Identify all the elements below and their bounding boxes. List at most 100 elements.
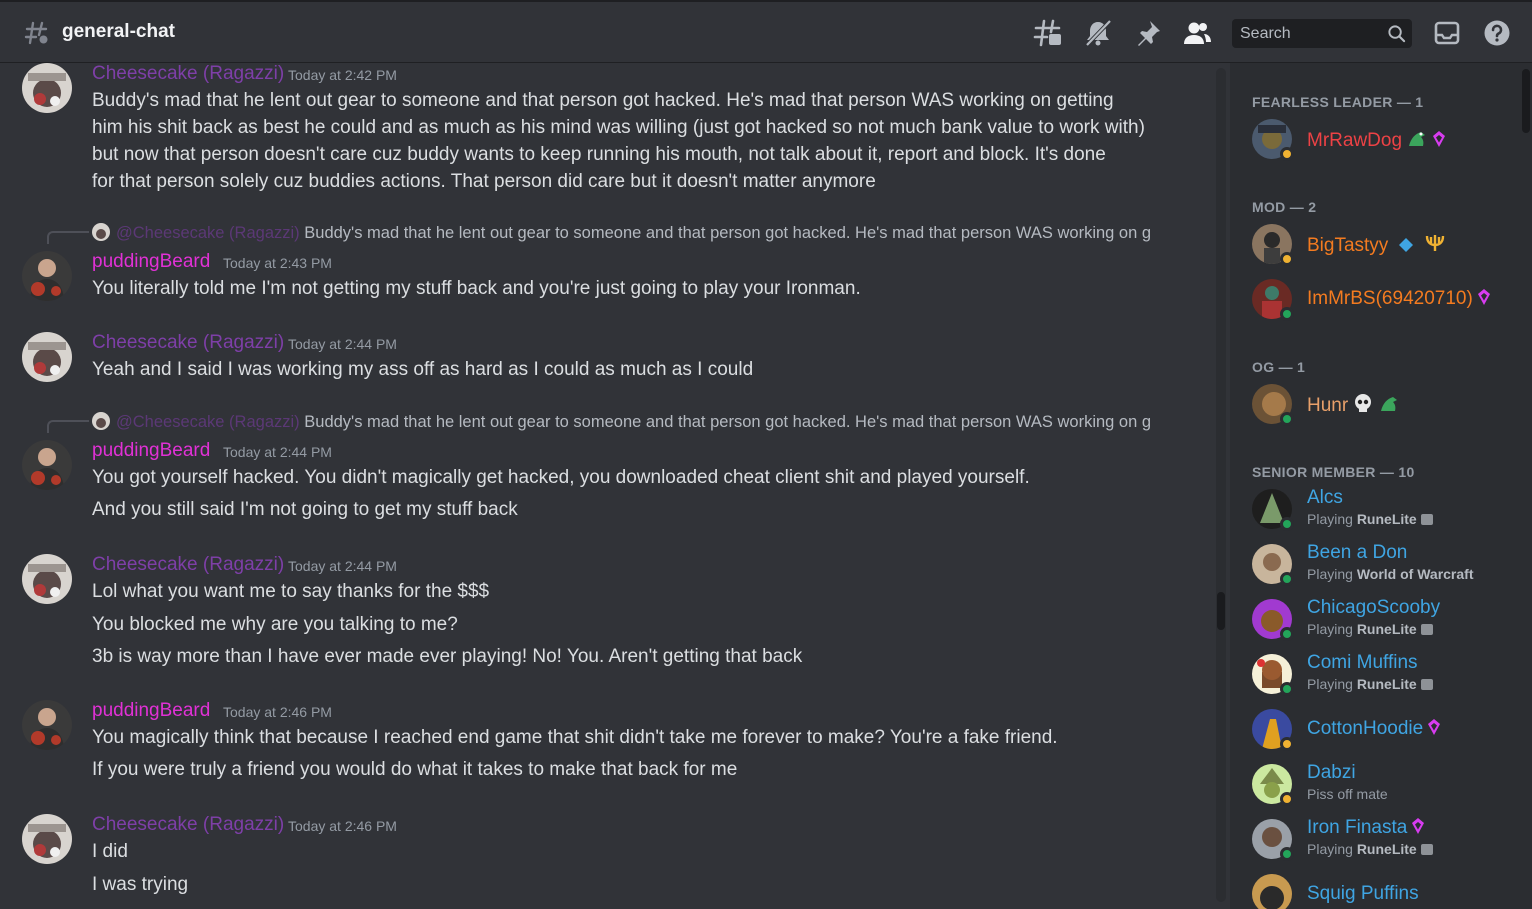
avatar-cheesecake[interactable] (22, 63, 72, 113)
message-text: You blocked me why are you talking to me… (92, 614, 458, 635)
avatar-cheesecake[interactable] (22, 554, 72, 604)
message-author[interactable]: puddingBeard (92, 251, 210, 273)
member-been-a-don[interactable]: Been a Don Playing World of Warcraft (1252, 540, 1522, 588)
message-text: You literally told me I'm not getting my… (92, 278, 861, 299)
member-name-wrap: CottonHoodie (1307, 718, 1441, 742)
message-text: I was trying (92, 874, 189, 895)
chat-scrollbar-track[interactable] (1216, 68, 1226, 902)
timestamp: Today at 2:44 PM (223, 444, 332, 460)
blue-diamond-icon (1398, 237, 1414, 259)
message-author[interactable]: Cheesecake (Ragazzi) (92, 554, 284, 576)
skull-emoji-icon (1352, 393, 1374, 419)
chat-scrollbar-thumb[interactable] (1217, 592, 1225, 630)
message-text: I did (92, 841, 128, 862)
search-box[interactable] (1232, 19, 1412, 48)
message-list: Cheesecake (Ragazzi) Today at 2:42 PM Bu… (0, 63, 1216, 909)
message-author[interactable]: puddingBeard (92, 440, 210, 462)
member-name-wrap: BigTastyy (1307, 233, 1446, 259)
message-text: You got yourself hacked. You didn't magi… (92, 467, 1030, 488)
message-author[interactable]: puddingBeard (92, 700, 210, 722)
help-icon[interactable] (1482, 18, 1512, 48)
member-name: Hunr (1307, 395, 1349, 416)
online-status-icon (1280, 572, 1294, 586)
member-comi-muffins[interactable]: Comi Muffins Playing RuneLite (1252, 650, 1522, 698)
message-author[interactable]: Cheesecake (Ragazzi) (92, 63, 284, 85)
rich-presence-icon (1420, 514, 1433, 525)
reply-author[interactable]: @Cheesecake (Ragazzi) (116, 224, 300, 242)
timestamp: Today at 2:42 PM (288, 67, 397, 83)
member-dabzi[interactable]: Dabzi Piss off mate (1252, 760, 1522, 808)
member-name: Iron Finasta (1307, 817, 1408, 838)
online-status-icon (1280, 517, 1294, 531)
message-text: but now that person doesn't care cuz bud… (92, 144, 1106, 165)
online-status-icon (1280, 412, 1294, 426)
timestamp: Today at 2:46 PM (223, 704, 332, 720)
reply-author[interactable]: @Cheesecake (Ragazzi) (116, 413, 300, 431)
member-activity: Playing RuneLite (1307, 511, 1433, 527)
member-name: ImMrBS(69420710) (1307, 288, 1473, 309)
idle-status-icon (1280, 737, 1294, 751)
reply-spine (47, 231, 89, 244)
nitro-gem-icon (1432, 130, 1446, 154)
member-squig-puffins[interactable]: Squig Puffins (1252, 870, 1522, 909)
message-text: Buddy's mad that he lent out gear to som… (92, 90, 1114, 111)
member-alcs[interactable]: Alcs Playing RuneLite (1252, 485, 1522, 533)
inbox-icon[interactable] (1432, 18, 1462, 48)
member-iron-finasta[interactable]: Iron Finasta Playing RuneLite (1252, 815, 1522, 863)
message-text: 3b is way more than I have ever made eve… (92, 646, 803, 667)
reply-preview[interactable]: @Cheesecake (Ragazzi) Buddy's mad that h… (92, 412, 1151, 432)
member-cottonhoodie[interactable]: CottonHoodie (1252, 705, 1522, 753)
reply-avatar (92, 223, 110, 241)
member-custom-status: Piss off mate (1307, 786, 1388, 802)
online-status-icon (1280, 847, 1294, 861)
member-mrrawdog[interactable]: MrRawDog (1252, 115, 1522, 163)
member-name: Squig Puffins (1307, 883, 1419, 904)
message-author[interactable]: Cheesecake (Ragazzi) (92, 814, 284, 836)
online-status-icon (1280, 682, 1294, 696)
member-name: Been a Don (1307, 542, 1408, 563)
rich-presence-icon (1420, 679, 1433, 690)
avatar-puddingbeard[interactable] (22, 251, 72, 301)
timestamp: Today at 2:44 PM (288, 558, 397, 574)
member-name: Alcs (1307, 487, 1343, 508)
member-name: CottonHoodie (1307, 718, 1424, 739)
member-name: MrRawDog (1307, 130, 1403, 151)
member-list-icon[interactable] (1182, 18, 1212, 48)
channel-name: general-chat (62, 21, 175, 42)
member-bigtastyy[interactable]: BigTastyy (1252, 220, 1522, 268)
nitro-gem-icon (1411, 817, 1425, 841)
member-list-scrollbar[interactable] (1522, 69, 1530, 133)
member-chicagoscooby[interactable]: ChicagoScooby Playing RuneLite (1252, 595, 1522, 643)
member-name-wrap: ImMrBS(69420710) (1307, 288, 1491, 312)
member-hunr[interactable]: Hunr (1252, 380, 1522, 428)
message-text: You magically think that because I reach… (92, 727, 1058, 748)
idle-status-icon (1280, 792, 1294, 806)
idle-status-icon (1280, 147, 1294, 161)
trident-icon (1424, 233, 1446, 259)
avatar-cheesecake[interactable] (22, 332, 72, 382)
member-name-wrap: MrRawDog (1307, 128, 1446, 154)
pin-icon[interactable] (1133, 18, 1163, 48)
member-immrbs[interactable]: ImMrBS(69420710) (1252, 275, 1522, 323)
reply-text: Buddy's mad that he lent out gear to som… (304, 413, 1152, 431)
green-dragon-icon (1378, 393, 1400, 419)
member-name-wrap: Hunr (1307, 393, 1400, 419)
online-status-icon (1280, 307, 1294, 321)
member-list: FEARLESS LEADER — 1 MrRawDog MOD — 2 Big… (1230, 63, 1532, 909)
mute-bell-icon[interactable] (1083, 18, 1113, 48)
avatar-puddingbeard[interactable] (22, 440, 72, 490)
message-author[interactable]: Cheesecake (Ragazzi) (92, 332, 284, 354)
avatar-cheesecake[interactable] (22, 814, 72, 864)
threads-hash-icon (24, 21, 48, 45)
reply-preview[interactable]: @Cheesecake (Ragazzi) Buddy's mad that h… (92, 223, 1151, 243)
avatar-puddingbeard[interactable] (22, 700, 72, 750)
search-input[interactable] (1232, 19, 1382, 48)
member-activity: Playing World of Warcraft (1307, 566, 1474, 582)
dragon-emoji-icon (1406, 128, 1428, 154)
threads-icon[interactable] (1033, 18, 1063, 48)
member-name-wrap: Iron Finasta (1307, 817, 1425, 841)
reply-spine (47, 420, 89, 433)
nitro-gem-icon (1477, 288, 1491, 312)
message-text: If you were truly a friend you would do … (92, 759, 738, 780)
rich-presence-icon (1420, 624, 1433, 635)
